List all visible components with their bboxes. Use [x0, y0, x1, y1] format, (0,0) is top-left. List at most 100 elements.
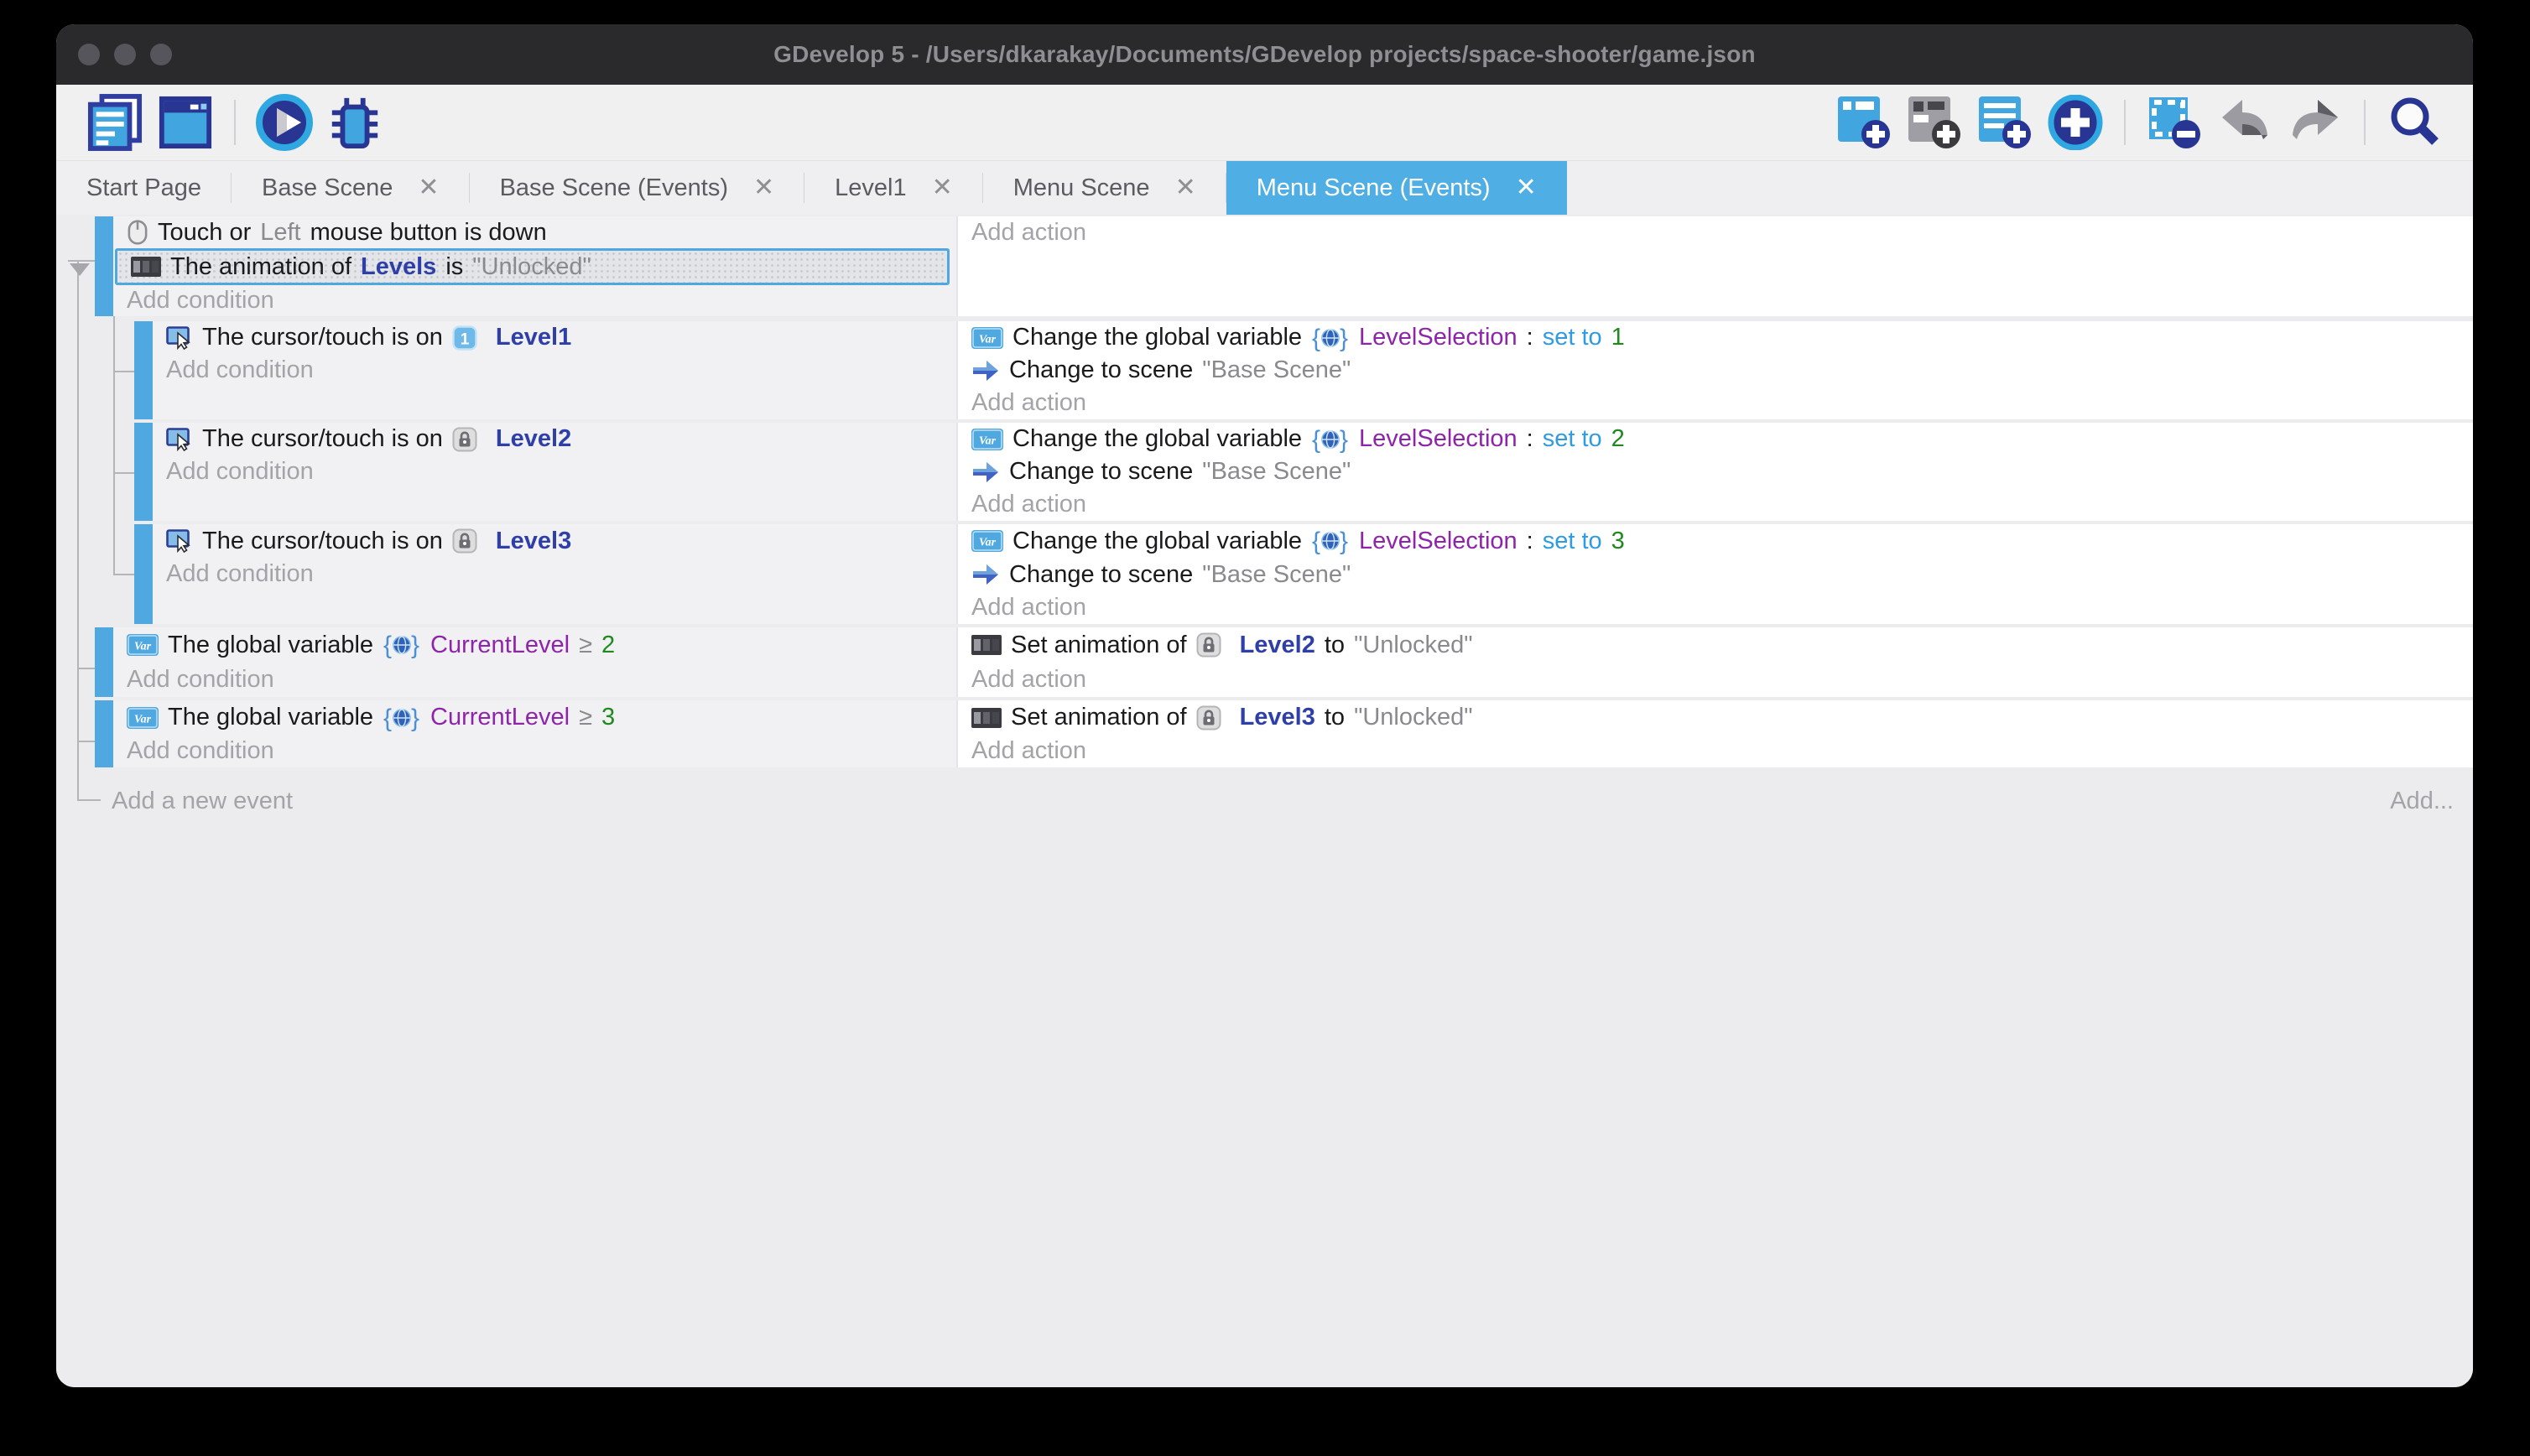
- event-block: VarThe global variable {}CurrentLevel ≥ …: [95, 700, 2473, 767]
- add-condition-link-label: Add condition: [127, 287, 274, 315]
- event-handle-bar[interactable]: [134, 524, 153, 624]
- add-subevent-button[interactable]: [1906, 94, 1963, 151]
- action-row[interactable]: VarChange the global variable {}LevelSel…: [958, 321, 2473, 354]
- action-row[interactable]: Change to scene "Base Scene": [958, 354, 2473, 387]
- add-more-link[interactable]: Add...: [2390, 788, 2454, 815]
- add-new-button[interactable]: [2047, 94, 2104, 151]
- text-segment: Change the global variable: [1013, 425, 1302, 453]
- event-handle-bar[interactable]: [95, 216, 113, 316]
- text-segment: Left: [260, 219, 300, 247]
- text-segment: :: [1527, 425, 1533, 453]
- add-action-link[interactable]: Add action: [958, 663, 2473, 697]
- toolbar-right-group: [1835, 94, 2443, 151]
- minimize-button[interactable]: [114, 44, 136, 65]
- actions-column: Add action: [956, 216, 2473, 316]
- close-button[interactable]: [78, 44, 100, 65]
- debug-button[interactable]: [326, 94, 383, 151]
- text-segment: set to: [1543, 324, 1602, 351]
- text-segment: Change the global variable: [1013, 324, 1302, 351]
- add-condition-link-label: Add condition: [166, 356, 314, 384]
- search-button[interactable]: [2386, 94, 2443, 151]
- redo-button[interactable]: [2287, 94, 2344, 151]
- tab-start-page[interactable]: Start Page: [56, 161, 232, 215]
- text-segment: 2: [601, 632, 615, 659]
- condition-row[interactable]: Touch or Left mouse button is down: [113, 216, 956, 248]
- text-segment: Level2: [496, 425, 571, 453]
- text-segment: set to: [1543, 425, 1602, 453]
- mouse-icon: [127, 219, 148, 246]
- condition-row[interactable]: The cursor/touch is on Level2: [153, 423, 956, 455]
- text-segment: Change the global variable: [1013, 528, 1302, 555]
- conditions-column: VarThe global variable {}CurrentLevel ≥ …: [113, 627, 956, 697]
- text-segment: "Unlocked": [1354, 704, 1473, 731]
- add-action-link-label: Add action: [971, 389, 1086, 417]
- add-condition-link[interactable]: Add condition: [153, 455, 956, 488]
- zoom-button[interactable]: [150, 44, 172, 65]
- action-row[interactable]: VarChange the global variable {}LevelSel…: [958, 423, 2473, 455]
- undo-button[interactable]: [2216, 94, 2273, 151]
- film-strip-icon: [131, 257, 161, 277]
- window-title: GDevelop 5 - /Users/dkarakay/Documents/G…: [773, 41, 1756, 68]
- add-comment-button[interactable]: [1976, 94, 2033, 151]
- condition-row[interactable]: The animation of Levels is "Unlocked": [115, 248, 950, 285]
- tab-close-icon[interactable]: ✕: [1175, 175, 1196, 200]
- event-block: The cursor/touch is on Level2Add conditi…: [134, 423, 2473, 521]
- tab-level1[interactable]: Level1✕: [804, 161, 983, 215]
- add-action-link[interactable]: Add action: [958, 591, 2473, 624]
- collapse-triangle-icon[interactable]: [70, 263, 90, 276]
- event-handle-bar[interactable]: [134, 423, 153, 521]
- text-segment: ≥: [579, 632, 592, 659]
- tab-menu-scene[interactable]: Menu Scene✕: [983, 161, 1226, 215]
- add-condition-link[interactable]: Add condition: [153, 354, 956, 387]
- svg-text:}: }: [411, 705, 419, 731]
- tab-label: Base Scene (Events): [500, 174, 728, 202]
- text-segment: 3: [1611, 528, 1625, 555]
- tab-close-icon[interactable]: ✕: [753, 175, 774, 200]
- event-handle-bar[interactable]: [95, 700, 113, 767]
- event-handle-bar[interactable]: [134, 321, 153, 419]
- text-segment: Level3: [496, 528, 571, 555]
- add-condition-link[interactable]: Add condition: [153, 558, 956, 590]
- add-new-event-link[interactable]: Add a new event: [112, 788, 293, 815]
- text-segment: Set animation of: [1011, 704, 1187, 731]
- condition-row[interactable]: The cursor/touch is on Level3: [153, 524, 956, 558]
- condition-row[interactable]: VarThe global variable {}CurrentLevel ≥ …: [113, 700, 956, 735]
- preview-button[interactable]: [256, 94, 313, 151]
- add-condition-link[interactable]: Add condition: [113, 735, 956, 767]
- cursor-icon: [166, 325, 193, 351]
- condition-row[interactable]: VarThe global variable {}CurrentLevel ≥ …: [113, 627, 956, 663]
- tree-line: [77, 668, 95, 669]
- toolbar: [56, 85, 2473, 161]
- event-handle-bar[interactable]: [95, 627, 113, 697]
- tab-base-scene[interactable]: Base Scene✕: [232, 161, 470, 215]
- event-block: The cursor/touch is on Level3Add conditi…: [134, 524, 2473, 624]
- tab-close-icon[interactable]: ✕: [1516, 175, 1537, 200]
- tab-base-scene-events-[interactable]: Base Scene (Events) ✕: [470, 161, 805, 215]
- add-condition-link[interactable]: Add condition: [113, 285, 956, 316]
- condition-row[interactable]: The cursor/touch is on 1 Level1: [153, 321, 956, 354]
- text-segment: 2: [1611, 425, 1625, 453]
- action-row[interactable]: Change to scene "Base Scene": [958, 455, 2473, 488]
- tab-close-icon[interactable]: ✕: [932, 175, 953, 200]
- tab-close-icon[interactable]: ✕: [418, 175, 439, 200]
- action-row[interactable]: Set animation of Level2 to "Unlocked": [958, 627, 2473, 663]
- text-segment: LevelSelection: [1359, 528, 1517, 555]
- action-row[interactable]: Set animation of Level3 to "Unlocked": [958, 700, 2473, 735]
- add-action-link[interactable]: Add action: [958, 216, 2473, 248]
- add-event-button[interactable]: [1835, 94, 1892, 151]
- svg-text:{: {: [1312, 325, 1320, 351]
- action-row[interactable]: Change to scene "Base Scene": [958, 558, 2473, 591]
- add-action-link[interactable]: Add action: [958, 735, 2473, 767]
- add-condition-link[interactable]: Add condition: [113, 663, 956, 697]
- project-manager-button[interactable]: [86, 94, 143, 151]
- text-segment: "Base Scene": [1202, 458, 1351, 486]
- svg-text:{: {: [383, 705, 392, 731]
- scene-editor-button[interactable]: [157, 94, 214, 151]
- delete-event-button[interactable]: [2146, 94, 2203, 151]
- titlebar[interactable]: GDevelop 5 - /Users/dkarakay/Documents/G…: [56, 24, 2473, 85]
- add-action-link[interactable]: Add action: [958, 387, 2473, 419]
- tab-menu-scene-events-[interactable]: Menu Scene (Events)✕: [1226, 161, 1567, 215]
- add-action-link[interactable]: Add action: [958, 488, 2473, 521]
- text-segment: Set animation of: [1011, 632, 1187, 659]
- action-row[interactable]: VarChange the global variable {}LevelSel…: [958, 524, 2473, 558]
